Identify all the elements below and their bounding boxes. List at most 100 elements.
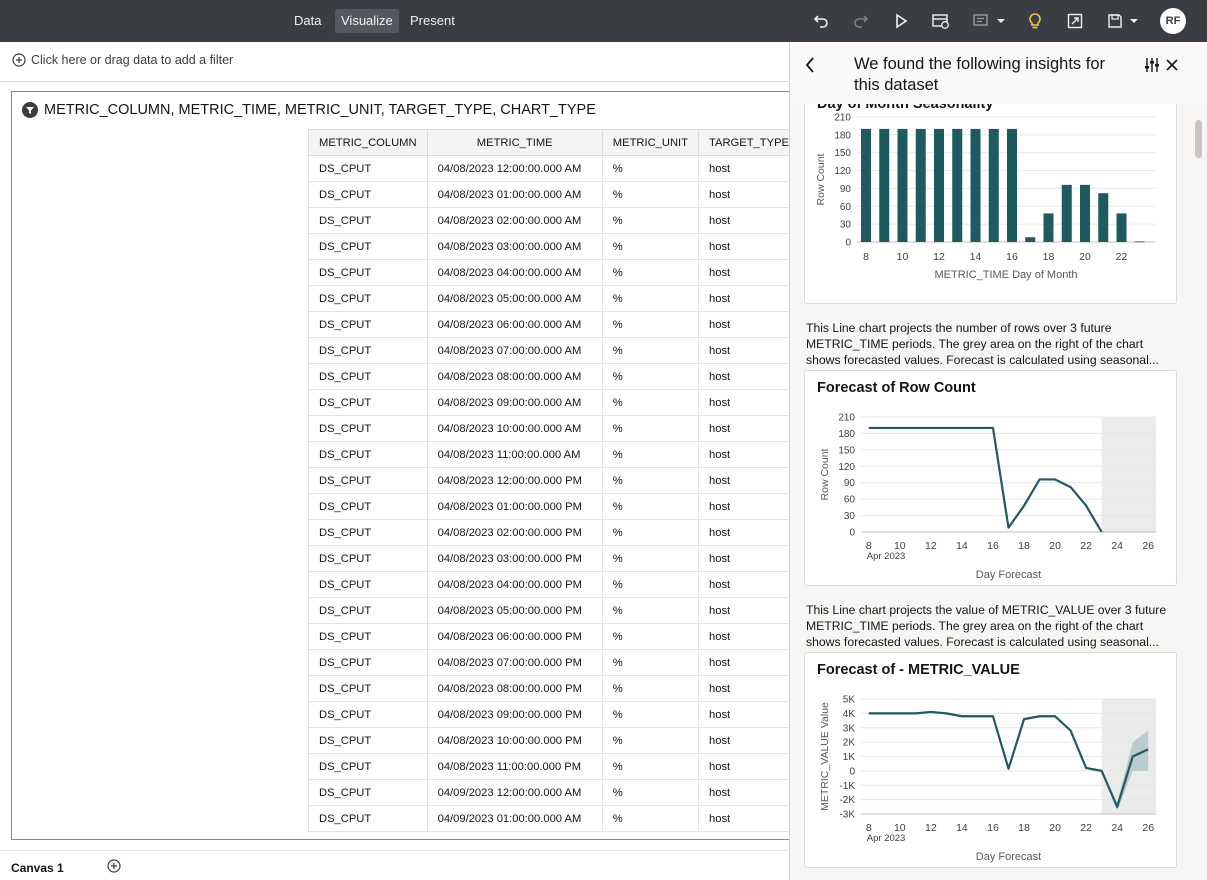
chevron-down-icon[interactable] [991,11,1011,31]
table-cell: DS_CPUT [308,701,428,728]
narrate-icon[interactable] [971,11,991,31]
table-visualization[interactable]: METRIC_COLUMN, METRIC_TIME, METRIC_UNIT,… [11,91,801,840]
table-cell: host [698,337,800,364]
y-tick-label: 150 [838,445,855,456]
table-cell: DS_CPUT [308,363,428,390]
insight-card-row-count-forecast[interactable]: Forecast of Row Count 0 30 60 90 120 150 180 21… [804,370,1177,586]
close-icon[interactable] [1164,56,1180,74]
save-icon[interactable] [1105,11,1125,31]
x-tick-label: 8 [863,251,869,263]
table-row[interactable]: DS_CPUT 04/08/2023 02:00:00.000 PM% host [308,519,800,546]
table-row[interactable]: DS_CPUT 04/08/2023 09:00:00.000 PM% host [308,701,800,728]
bar [1007,128,1017,242]
refresh-data-icon[interactable] [931,11,951,31]
insight-card-metric-value-forecast[interactable]: Forecast of - METRIC_VALUE -3K -2K -1K 0 1K 2… [804,652,1177,868]
play-icon[interactable] [891,11,911,31]
table-row[interactable]: DS_CPUT 04/08/2023 03:00:00.000 PM% host [308,545,800,572]
table-cell: % [601,597,700,624]
back-icon[interactable] [802,56,818,74]
table-cell: DS_CPUT [308,571,428,598]
panel-scrollbar[interactable] [1195,120,1202,158]
y-tick-label: 150 [834,148,851,159]
filter-placeholder: Click here or drag data to add a filter [31,53,234,67]
table-cell: % [601,623,700,650]
column-header[interactable]: METRIC_COLUMN [308,129,428,156]
table-row[interactable]: DS_CPUT 04/08/2023 11:00:00.000 PM% host [308,753,800,780]
table-cell: DS_CPUT [308,753,428,780]
table-row[interactable]: DS_CPUT 04/08/2023 11:00:00.000 AM% host [308,441,800,468]
y-tick-label: 3K [843,723,856,734]
tab-visualize[interactable]: Visualize [335,9,399,33]
table-row[interactable]: DS_CPUT 04/08/2023 08:00:00.000 PM% host [308,675,800,702]
x-tick-label: 20 [1049,540,1061,552]
column-header[interactable]: METRIC_TIME [426,129,603,156]
redo-icon[interactable] [851,11,871,31]
x-axis-label: Day Forecast [976,851,1041,863]
filter-funnel-icon[interactable] [22,102,38,118]
canvas-tab[interactable]: Canvas 1 [11,861,64,875]
table-cell: % [601,519,700,546]
table-row[interactable]: DS_CPUT 04/08/2023 01:00:00.000 AM% host [308,181,800,208]
table-cell: % [601,285,700,312]
settings-sliders-icon[interactable] [1143,56,1161,74]
table-cell: % [601,155,700,182]
table-row[interactable]: DS_CPUT 04/08/2023 04:00:00.000 PM% host [308,571,800,598]
table-cell: % [601,571,700,598]
insight-card-seasonality[interactable]: Day of Month Seasonality 0 30 60 90 120 150 18… [804,86,1177,304]
insights-title: We found the following insights for this… [854,55,1106,94]
y-tick-label: 0 [849,766,855,777]
table-row[interactable]: DS_CPUT 04/08/2023 08:00:00.000 AM% host [308,363,800,390]
add-filter-button[interactable]: Click here or drag data to add a filter [12,53,233,67]
table-cell: 04/08/2023 08:00:00.000 AM [426,363,603,390]
table-row[interactable]: DS_CPUT 04/08/2023 02:00:00.000 AM% host [308,207,800,234]
table-cell: 04/08/2023 12:00:00.000 AM [426,155,603,182]
description-line: shows forecasted values. Forecast is cal… [806,635,1159,649]
y-tick-label: 1K [843,752,856,763]
column-header[interactable]: METRIC_UNIT [601,129,700,156]
add-canvas-icon[interactable] [107,859,121,878]
table-cell: % [601,311,700,338]
table-row[interactable]: DS_CPUT 04/08/2023 03:00:00.000 AM% host [308,233,800,260]
avatar[interactable]: RF [1160,8,1186,34]
y-axis-label: Row Count [815,153,827,205]
table-cell: host [698,649,800,676]
table-row[interactable]: DS_CPUT 04/08/2023 12:00:00.000 AM% host [308,155,800,182]
table-cell: 04/08/2023 04:00:00.000 PM [426,571,603,598]
table-row[interactable]: DS_CPUT 04/08/2023 10:00:00.000 AM% host [308,415,800,442]
insights-panel: We found the following insights for this… [789,42,1207,880]
table-cell: DS_CPUT [308,779,428,806]
undo-icon[interactable] [811,11,831,31]
table-cell: % [601,779,700,806]
column-header[interactable]: TARGET_TYPE [698,129,800,156]
tab-data[interactable]: Data [288,9,327,33]
table-cell: 04/08/2023 01:00:00.000 AM [426,181,603,208]
table-cell: 04/09/2023 12:00:00.000 AM [426,779,603,806]
table-row[interactable]: DS_CPUT 04/08/2023 07:00:00.000 PM% host [308,649,800,676]
table-cell: 04/09/2023 01:00:00.000 AM [426,805,603,832]
table-row[interactable]: DS_CPUT 04/08/2023 04:00:00.000 AM% host [308,259,800,286]
table-row[interactable]: DS_CPUT 04/08/2023 06:00:00.000 PM% host [308,623,800,650]
table-row[interactable]: DS_CPUT 04/08/2023 01:00:00.000 PM% host [308,493,800,520]
insights-bulb-icon[interactable] [1025,11,1045,31]
x-axis-label: METRIC_TIME Day of Month [934,269,1077,281]
x-tick-label: 26 [1142,540,1154,552]
table-row[interactable]: DS_CPUT 04/08/2023 06:00:00.000 AM% host [308,311,800,338]
y-tick-label: 60 [844,495,856,506]
save-options-chevron-icon[interactable] [1124,11,1144,31]
export-icon[interactable] [1065,11,1085,31]
description-line: METRIC_TIME periods. The grey area on th… [806,619,1144,633]
table-row[interactable]: DS_CPUT 04/09/2023 01:00:00.000 AM% host [308,805,800,832]
table-row[interactable]: DS_CPUT 04/08/2023 09:00:00.000 AM% host [308,389,800,416]
table-cell: DS_CPUT [308,675,428,702]
tab-present[interactable]: Present [404,9,461,33]
table-row[interactable]: DS_CPUT 04/08/2023 05:00:00.000 AM% host [308,285,800,312]
table-row[interactable]: DS_CPUT 04/08/2023 07:00:00.000 AM% host [308,337,800,364]
y-tick-label: 0 [849,528,855,539]
table-row[interactable]: DS_CPUT 04/09/2023 12:00:00.000 AM% host [308,779,800,806]
bar [934,128,944,242]
table-cell: 04/08/2023 09:00:00.000 PM [426,701,603,728]
table-row[interactable]: DS_CPUT 04/08/2023 05:00:00.000 PM% host [308,597,800,624]
table-row[interactable]: DS_CPUT 04/08/2023 10:00:00.000 PM% host [308,727,800,754]
table-row[interactable]: DS_CPUT 04/08/2023 12:00:00.000 PM% host [308,467,800,494]
viz-title: METRIC_COLUMN, METRIC_TIME, METRIC_UNIT,… [22,102,596,118]
